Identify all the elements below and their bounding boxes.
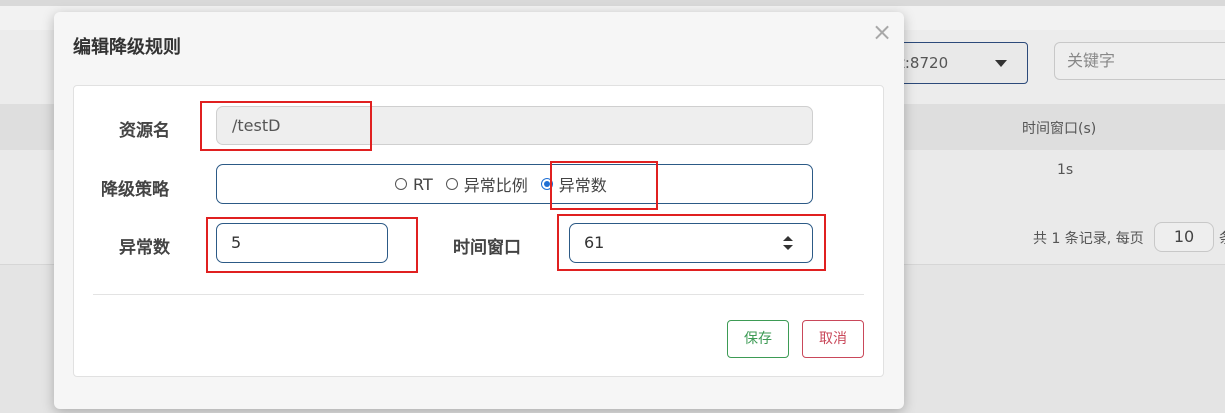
- page-size-input[interactable]: 10: [1154, 222, 1214, 252]
- save-button[interactable]: 保存: [727, 320, 789, 358]
- number-stepper-icon[interactable]: [783, 236, 793, 250]
- time-window-label: 时间窗口: [453, 238, 521, 258]
- time-window-input[interactable]: 61: [569, 223, 813, 263]
- strategy-option-exception-ratio[interactable]: 异常比例: [445, 172, 528, 196]
- radio-icon: [395, 178, 407, 190]
- resource-name-field: /testD: [216, 106, 813, 145]
- form-divider: [93, 294, 864, 295]
- radio-icon: [445, 178, 458, 190]
- table-cell-time-window: 1s: [1057, 162, 1074, 178]
- radio-checked-icon: [540, 178, 553, 190]
- degrade-strategy-group: RT 异常比例 异常数: [216, 164, 813, 204]
- pagination-tail: 条: [1219, 228, 1225, 248]
- strategy-option-rt[interactable]: RT: [395, 175, 433, 194]
- chevron-down-icon: [995, 60, 1007, 67]
- degrade-strategy-label: 降级策略: [101, 180, 169, 200]
- cancel-button[interactable]: 取消: [802, 320, 864, 358]
- keyword-search-input[interactable]: 关键字: [1054, 42, 1225, 80]
- strategy-option-label: 异常数: [558, 176, 607, 195]
- strategy-option-exception-count[interactable]: 异常数: [540, 172, 607, 196]
- edit-degrade-rule-dialog: 编辑降级规则 × 资源名 /testD 降级策略 RT 异常比例 异常数 异常数…: [54, 12, 904, 409]
- rule-form-panel: 资源名 /testD 降级策略 RT 异常比例 异常数 异常数 5 时间窗口 6…: [73, 85, 884, 377]
- strategy-option-label: 异常比例: [463, 176, 528, 195]
- background-top-bar: [0, 0, 1225, 6]
- column-header-time-window: 时间窗口(s): [1022, 121, 1097, 137]
- exception-count-label: 异常数: [119, 238, 170, 258]
- exception-count-input[interactable]: 5: [216, 223, 388, 263]
- resource-name-label: 资源名: [119, 121, 170, 141]
- time-window-value: 61: [584, 233, 605, 252]
- pagination-summary: 共 1 条记录, 每页: [1033, 231, 1144, 247]
- machine-select-value: t:8720: [899, 54, 949, 72]
- strategy-option-label: RT: [413, 174, 433, 194]
- dialog-title: 编辑降级规则: [73, 37, 181, 58]
- close-icon[interactable]: ×: [872, 18, 892, 46]
